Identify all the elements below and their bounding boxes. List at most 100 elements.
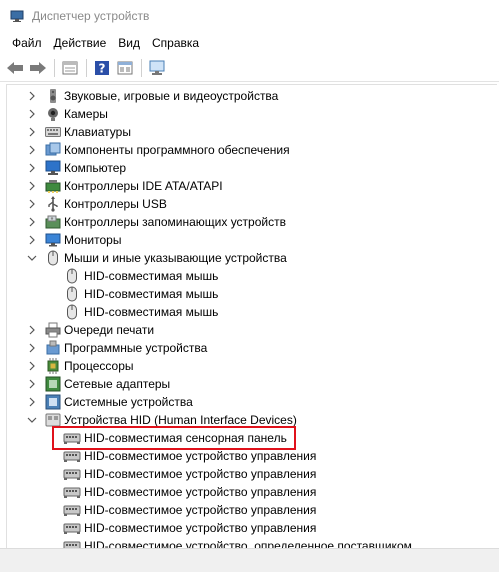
chevron-right-icon[interactable]	[27, 162, 37, 174]
chevron-right-icon[interactable]	[27, 126, 37, 138]
tree-category-item[interactable]: Компьютер	[7, 159, 126, 177]
tree-device-label: HID-совместимое устройство управления	[84, 449, 317, 463]
chevron-down-icon[interactable]	[27, 252, 37, 264]
device-manager-app-icon	[10, 9, 24, 23]
monitor-icon	[45, 232, 61, 248]
tree-device-item[interactable]: HID-совместимая мышь	[7, 267, 218, 285]
menu-action[interactable]: Действие	[48, 33, 113, 53]
tree-device-item[interactable]: HID-совместимое устройство управления	[7, 465, 316, 483]
tree-device-item[interactable]: HID-совместимое устройство управления	[7, 501, 316, 519]
chevron-right-icon[interactable]	[27, 216, 37, 228]
menu-file[interactable]: Файл	[6, 33, 48, 53]
tree-category-label: Камеры	[64, 107, 108, 121]
tree-category-label: Контроллеры запоминающих устройств	[64, 215, 286, 229]
chevron-right-icon[interactable]	[27, 396, 37, 408]
tree-category-label: Очереди печати	[64, 323, 155, 337]
tree-device-label: HID-совместимая мышь	[84, 269, 219, 283]
tree-category-item[interactable]: Очереди печати	[7, 321, 154, 339]
tree-category-item[interactable]: Мыши и иные указывающие устройства	[7, 249, 287, 267]
chevron-right-icon[interactable]	[27, 90, 37, 102]
tree-category-item[interactable]: Программные устройства	[7, 339, 207, 357]
keyboard-icon	[45, 124, 61, 140]
scan-hardware-icon[interactable]	[146, 57, 168, 79]
chevron-right-icon[interactable]	[27, 342, 37, 354]
tree-category-item[interactable]: Контроллеры USB	[7, 195, 167, 213]
menu-bar: Файл Действие Вид Справка	[0, 32, 499, 54]
svg-text:?: ?	[99, 61, 106, 75]
tree-device-item[interactable]: HID-совместимая мышь	[7, 303, 218, 321]
tree-category-label: Устройства HID (Human Interface Devices)	[64, 413, 297, 427]
tree-device-label: HID-совместимая мышь	[84, 287, 219, 301]
tree-device-item[interactable]: HID-совместимая мышь	[7, 285, 218, 303]
tree-category-label: Мониторы	[64, 233, 122, 247]
toolbar-separator	[54, 58, 55, 77]
hid-device-icon	[63, 538, 81, 548]
hid-device-icon	[63, 502, 81, 518]
tree-category-item[interactable]: Мониторы	[7, 231, 121, 249]
show-hidden-icon[interactable]	[114, 57, 136, 79]
storage-controller-icon	[45, 214, 61, 230]
toolbar-separator	[141, 58, 142, 77]
chevron-right-icon[interactable]	[27, 180, 37, 192]
menu-view[interactable]: Вид	[112, 33, 146, 53]
menu-help[interactable]: Справка	[146, 33, 205, 53]
usb-icon	[45, 196, 61, 212]
tree-category-label: Процессоры	[64, 359, 134, 373]
tree-device-item[interactable]: HID-совместимое устройство, определенное…	[7, 537, 412, 548]
highlight-box	[52, 426, 296, 450]
window-title: Диспетчер устройств	[32, 9, 150, 23]
tree-device-label: HID-совместимая мышь	[84, 305, 219, 319]
tree-category-label: Звуковые, игровые и видеоустройства	[64, 89, 279, 103]
tree-device-label: HID-совместимое устройство управления	[84, 503, 317, 517]
tree-category-item[interactable]: Системные устройства	[7, 393, 193, 411]
title-bar: Диспетчер устройств	[0, 0, 499, 32]
tree-device-label: HID-совместимое устройство управления	[84, 521, 317, 535]
tree-category-item[interactable]: Контроллеры запоминающих устройств	[7, 213, 286, 231]
chevron-right-icon[interactable]	[27, 144, 37, 156]
back-arrow-icon[interactable]	[4, 57, 26, 79]
tree-category-item[interactable]: Камеры	[7, 105, 108, 123]
hid-device-icon	[63, 484, 81, 500]
forward-arrow-icon[interactable]	[27, 57, 49, 79]
properties-icon[interactable]	[59, 57, 81, 79]
device-tree: Звуковые, игровые и видеоустройства Камер…	[6, 84, 497, 548]
tree-category-item[interactable]: Контроллеры IDE ATA/ATAPI	[7, 177, 223, 195]
mouse-icon	[63, 268, 81, 284]
tree-category-item[interactable]: Сетевые адаптеры	[7, 375, 170, 393]
tree-device-label: HID-совместимое устройство управления	[84, 485, 317, 499]
chevron-right-icon[interactable]	[27, 234, 37, 246]
tree-category-item[interactable]: Процессоры	[7, 357, 134, 375]
chevron-right-icon[interactable]	[27, 198, 37, 210]
chevron-down-icon[interactable]	[27, 414, 37, 426]
help-icon[interactable]: ?	[91, 57, 113, 79]
tree-device-item[interactable]: HID-совместимое устройство управления	[7, 483, 316, 501]
chevron-right-icon[interactable]	[27, 378, 37, 390]
chevron-right-icon[interactable]	[27, 108, 37, 120]
hid-device-icon	[63, 520, 81, 536]
tree-category-label: Контроллеры USB	[64, 197, 167, 211]
software-device-icon	[45, 340, 61, 356]
toolbar: ?	[0, 54, 499, 82]
mouse-icon	[63, 304, 81, 320]
tree-category-label: Компьютер	[64, 161, 127, 175]
tree-category-label: Программные устройства	[64, 341, 208, 355]
chevron-right-icon[interactable]	[27, 360, 37, 372]
tree-category-label: Мыши и иные указывающие устройства	[64, 251, 287, 265]
hid-device-icon	[63, 466, 81, 482]
tree-category-item[interactable]: Клавиатуры	[7, 123, 131, 141]
tree-device-item[interactable]: HID-совместимое устройство управления	[7, 519, 316, 537]
printer-icon	[45, 322, 61, 338]
system-device-icon	[45, 394, 61, 410]
tree-category-item[interactable]: Звуковые, игровые и видеоустройства	[7, 87, 278, 105]
network-adapter-icon	[45, 376, 61, 392]
computer-icon	[45, 160, 61, 176]
camera-icon	[45, 106, 61, 122]
ide-controller-icon	[45, 178, 61, 194]
software-component-icon	[45, 142, 61, 158]
chevron-right-icon[interactable]	[27, 324, 37, 336]
tree-category-label: Системные устройства	[64, 395, 193, 409]
tree-category-item[interactable]: Компоненты программного обеспечения	[7, 141, 290, 159]
toolbar-separator	[86, 58, 87, 77]
processor-icon	[45, 358, 61, 374]
tree-category-label: Сетевые адаптеры	[64, 377, 171, 391]
